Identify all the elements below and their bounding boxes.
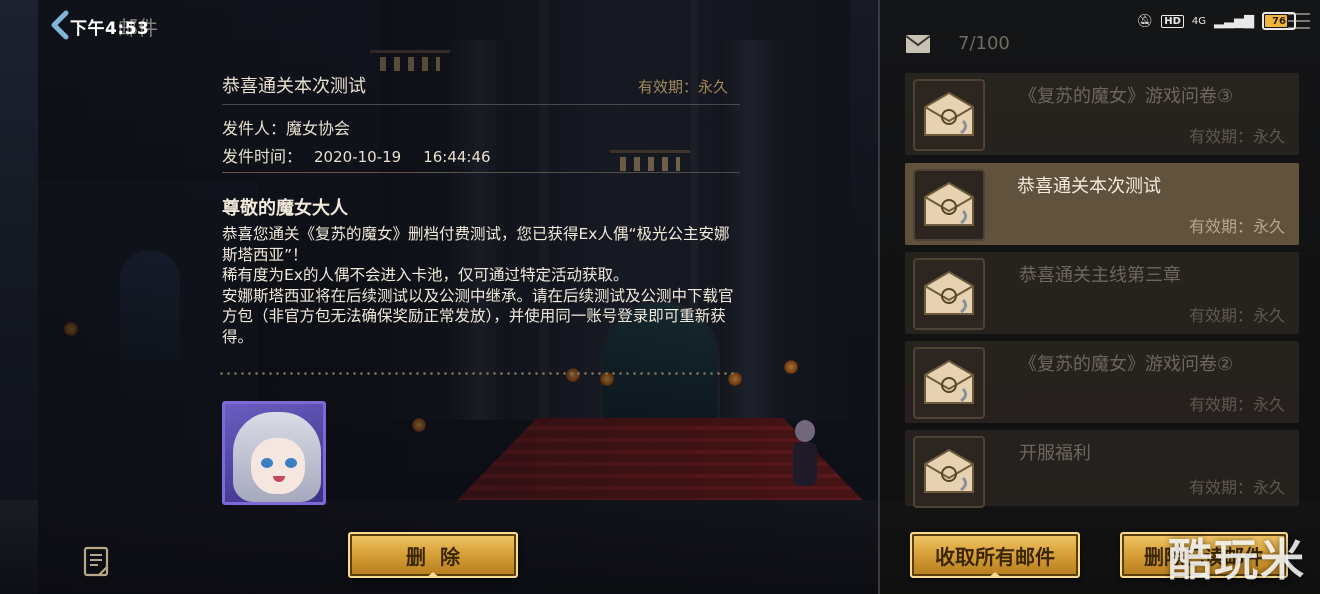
divider [222,104,740,105]
letter-with-clip-icon [913,436,985,508]
note-icon[interactable] [82,546,112,578]
dotted-divider [218,372,738,375]
mail-list-item[interactable]: 开服福利 有效期：永久 [905,430,1299,508]
mail-list-item[interactable]: 《复苏的魔女》游戏问卷③ 有效期：永久 [905,73,1299,155]
letter-with-clip-icon [913,169,985,241]
mail-list-item[interactable]: 恭喜通关主线第三章 有效期：永久 [905,252,1299,334]
mail-item-title: 《复苏的魔女》游戏问卷② [1019,354,1234,375]
delete-button[interactable]: 删除 [348,532,518,578]
status-bar-icons: 🔕︎ HD 4G ▂▃▅▇ 76 [1137,12,1296,30]
menu-icon[interactable] [1288,8,1310,32]
mail-subject: 恭喜通关本次测试 [222,76,366,97]
status-time: 下午4:53 [70,19,150,39]
attachment-item-portrait[interactable] [222,401,326,505]
mail-list-item[interactable]: 《复苏的魔女》游戏问卷② 有效期：永久 [905,341,1299,423]
mail-item-validity: 有效期：永久 [1188,306,1285,325]
mail-count: 7/100 [958,33,1010,54]
hd-icon: HD [1161,14,1184,28]
watermark: 酷玩米 [1168,535,1306,586]
mail-item-title: 恭喜通关本次测试 [1017,176,1161,197]
letter-with-clip-icon [913,258,985,330]
mail-item-validity: 有效期：永久 [1188,478,1285,497]
mail-item-title: 恭喜通关主线第三章 [1019,265,1181,286]
divider [222,172,740,173]
mail-item-title: 开服福利 [1019,443,1091,464]
letter-with-clip-icon [913,79,985,151]
mail-validity: 有效期：永久 [638,78,729,96]
mail-greeting: 尊敬的魔女大人 [222,198,348,219]
mail-body: 恭喜您通关《复苏的魔女》删档付费测试，您已获得Ex人偶“极光公主安娜斯塔西亚”！… [222,225,734,346]
mail-sent-time: 发件时间： 2020-10-19 16:44:46 [222,147,491,166]
letter-with-clip-icon [913,347,985,419]
signal-icon: ▂▃▅▇ [1214,13,1254,29]
mail-item-validity: 有效期：永久 [1188,217,1285,236]
mail-item-title: 《复苏的魔女》游戏问卷③ [1019,86,1234,107]
mail-sender: 发件人：魔女协会 [222,119,351,138]
network-icon: 4G [1191,15,1206,27]
collect-all-button[interactable]: 收取所有邮件 [910,532,1080,578]
mail-item-validity: 有效期：永久 [1188,127,1285,146]
envelope-icon [905,35,931,53]
mute-icon: 🔕︎ [1136,13,1154,29]
mail-list-item-selected[interactable]: 恭喜通关本次测试 有效期：永久 [905,163,1299,245]
mail-item-validity: 有效期：永久 [1188,395,1285,414]
